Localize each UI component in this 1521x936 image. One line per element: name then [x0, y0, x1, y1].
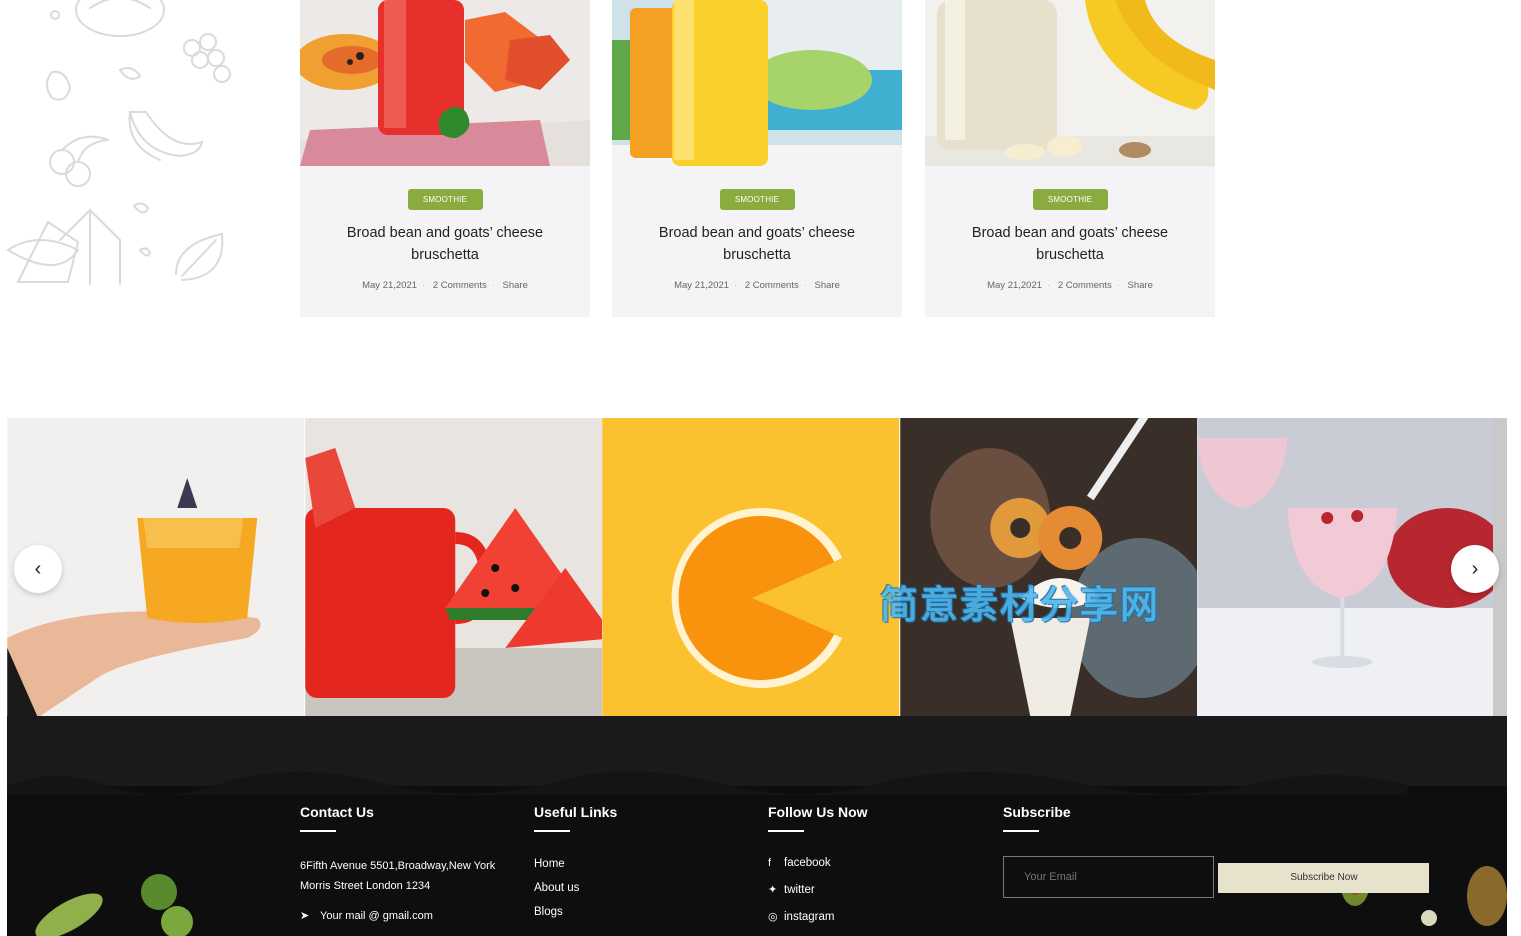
- instagram-icon: ◎: [768, 911, 778, 923]
- category-tag[interactable]: SMOOTHIE: [719, 189, 795, 210]
- carousel-prev-button[interactable]: ‹: [14, 545, 62, 593]
- card-title[interactable]: Broad bean and goats’ cheese bruschetta: [950, 222, 1190, 266]
- heading-underline: [300, 830, 336, 832]
- banana-smoothie-image: [925, 0, 1215, 166]
- social-link-twitter[interactable]: ✦ twitter: [768, 877, 868, 904]
- comments-link[interactable]: 2 Comments: [745, 280, 799, 291]
- post-date: May 21,2021: [674, 280, 730, 291]
- card-title[interactable]: Broad bean and goats’ cheese bruschetta: [637, 222, 877, 266]
- footer-contact-column: Contact Us 6Fifth Avenue 5501,Broadway,N…: [300, 804, 495, 926]
- post-date: May 21,2021: [987, 280, 1043, 291]
- contact-email-text: Your mail @ gmail.com: [320, 910, 433, 922]
- gallery-image-orange-slice[interactable]: [602, 418, 900, 716]
- subscribe-heading: Subscribe: [1003, 804, 1071, 820]
- contact-email[interactable]: ➤ Your mail @ gmail.com: [300, 906, 495, 926]
- heading-underline: [768, 830, 804, 832]
- footer: Contact Us 6Fifth Avenue 5501,Broadway,N…: [7, 716, 1507, 936]
- post-date: May 21,2021: [362, 280, 418, 291]
- footer-follow-column: Follow Us Now f facebook ✦ twitter ◎ instag…: [768, 804, 868, 931]
- contact-heading: Contact Us: [300, 804, 374, 820]
- address-line-1: 6Fifth Avenue 5501,Broadway,New York: [300, 860, 496, 872]
- footer-subscribe-column: Subscribe Subscribe Now: [1003, 804, 1430, 898]
- carousel-next-button[interactable]: ›: [1451, 545, 1499, 593]
- instagram-gallery: [7, 418, 1507, 716]
- useful-links-list: Home About us Blogs: [534, 852, 617, 924]
- blog-card[interactable]: SMOOTHIE Broad bean and goats’ cheese br…: [612, 0, 902, 317]
- footer-link-home[interactable]: Home: [534, 852, 617, 876]
- blog-card[interactable]: SMOOTHIE Broad bean and goats’ cheese br…: [300, 0, 590, 317]
- social-link-facebook[interactable]: f facebook: [768, 850, 868, 877]
- card-meta: May 21,2021 · 2 Comments · Share: [987, 280, 1153, 291]
- fruit-doodle-illustration: [6, 0, 231, 285]
- share-link[interactable]: Share: [1128, 280, 1153, 291]
- card-title[interactable]: Broad bean and goats’ cheese bruschetta: [325, 222, 565, 266]
- orange-juice-image: [612, 0, 902, 166]
- send-icon: ➤: [300, 910, 310, 922]
- category-tag[interactable]: SMOOTHIE: [1032, 189, 1108, 210]
- footer-link-blogs[interactable]: Blogs: [534, 900, 617, 924]
- card-meta: May 21,2021 · 2 Comments · Share: [674, 280, 840, 291]
- footer-links-column: Useful Links Home About us Blogs: [534, 804, 617, 924]
- comments-link[interactable]: 2 Comments: [433, 280, 487, 291]
- social-label: facebook: [784, 857, 831, 869]
- chevron-left-icon: ‹: [34, 557, 42, 580]
- twitter-icon: ✦: [768, 884, 778, 896]
- share-link[interactable]: Share: [503, 280, 528, 291]
- social-label: instagram: [784, 911, 835, 923]
- gallery-image-berry-smoothie[interactable]: [1197, 418, 1495, 716]
- social-link-instagram[interactable]: ◎ instagram: [768, 904, 868, 931]
- share-link[interactable]: Share: [815, 280, 840, 291]
- category-tag[interactable]: SMOOTHIE: [407, 189, 483, 210]
- chevron-right-icon: ›: [1471, 557, 1479, 580]
- page: SMOOTHIE Broad bean and goats’ cheese br…: [0, 0, 1521, 936]
- papaya-juice-image: [300, 0, 590, 166]
- follow-heading: Follow Us Now: [768, 804, 868, 820]
- heading-underline: [1003, 830, 1039, 832]
- social-label: twitter: [784, 884, 815, 896]
- footer-link-about[interactable]: About us: [534, 876, 617, 900]
- gallery-image-watermelon-juice[interactable]: [304, 418, 603, 716]
- heading-underline: [534, 830, 570, 832]
- facebook-icon: f: [768, 857, 772, 869]
- address-line-2: Morris Street London 1234: [300, 880, 431, 892]
- subscribe-button[interactable]: Subscribe Now: [1218, 862, 1430, 893]
- card-meta: May 21,2021 · 2 Comments · Share: [362, 280, 528, 291]
- useful-links-heading: Useful Links: [534, 804, 618, 820]
- comments-link[interactable]: 2 Comments: [1058, 280, 1112, 291]
- gallery-image-donut-shake[interactable]: [899, 418, 1198, 716]
- social-links-list: f facebook ✦ twitter ◎ instagram: [768, 850, 868, 931]
- watermark-text: 简意素材分享网: [880, 585, 1161, 627]
- email-input[interactable]: [1003, 856, 1214, 898]
- blog-card[interactable]: SMOOTHIE Broad bean and goats’ cheese br…: [925, 0, 1215, 317]
